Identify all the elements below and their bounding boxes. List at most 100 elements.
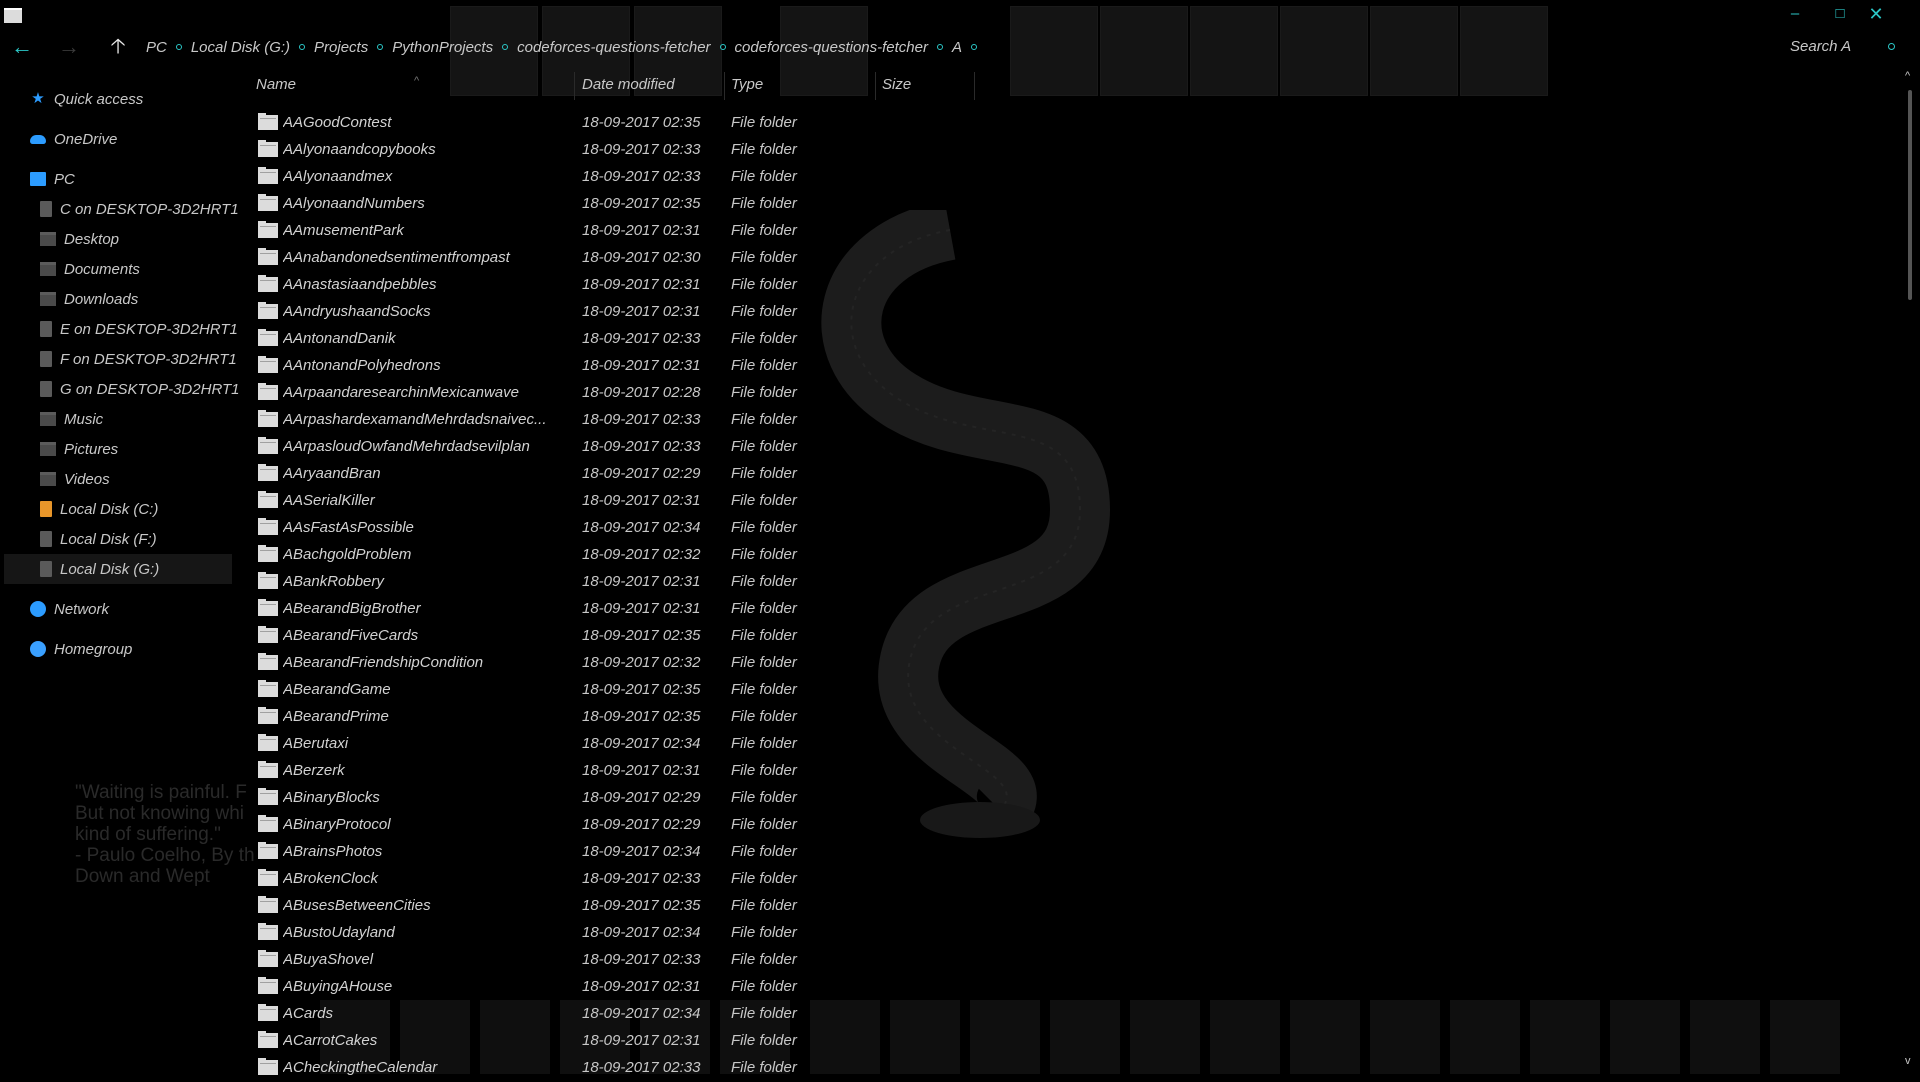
sidebar-item-desktop[interactable]: Desktop [40,224,119,254]
file-date-modified: 18-09-2017 02:35 [582,897,701,914]
file-date-modified: 18-09-2017 02:35 [582,708,701,725]
scrollbar-thumb[interactable] [1908,90,1912,300]
file-row[interactable]: ACards 18-09-2017 02:34 File folder [250,1001,1150,1028]
column-header-name[interactable]: Name ^ [256,70,576,100]
file-row[interactable]: AArpashardexamandMehrdadsnaivec... 18-09-… [250,407,1150,434]
breadcrumb-pc[interactable]: PC [146,39,167,56]
file-row[interactable]: ACheckingtheCalendar 18-09-2017 02:33 File… [250,1055,1150,1082]
file-row[interactable]: ACarrotCakes 18-09-2017 02:31 File folder [250,1028,1150,1055]
minimize-button[interactable]: – [1775,2,1815,26]
file-row[interactable]: ABinaryBlocks 18-09-2017 02:29 File folder [250,785,1150,812]
column-divider[interactable] [974,72,975,100]
breadcrumb-codeforces-fetcher-inner[interactable]: codeforces-questions-fetcher [735,39,928,56]
folder-icon [258,653,278,670]
folder-icon [258,626,278,643]
sidebar-item-pc[interactable]: PC [30,164,75,194]
vertical-scrollbar[interactable]: ^ v [1900,70,1920,1080]
sidebar-item-g-network[interactable]: G on DESKTOP-3D2HRT1 [40,374,240,404]
file-row[interactable]: AAndryushaandSocks 18-09-2017 02:31 File f… [250,299,1150,326]
file-row[interactable]: ABuyaShovel 18-09-2017 02:33 File folder [250,947,1150,974]
sidebar-item-pictures[interactable]: Pictures [40,434,118,464]
column-divider[interactable] [875,72,876,100]
breadcrumb-separator-icon[interactable] [719,44,726,50]
breadcrumb-dropdown-icon[interactable] [971,44,977,50]
file-row[interactable]: AArpaandaresearchinMexicanwave 18-09-2017… [250,380,1150,407]
file-row[interactable]: ABinaryProtocol 18-09-2017 02:29 File fold… [250,812,1150,839]
sidebar-item-local-disk-c[interactable]: Local Disk (C:) [40,494,158,524]
file-row[interactable]: AAlyonaandmex 18-09-2017 02:33 File folder [250,164,1150,191]
file-row[interactable]: AAlyonaandNumbers 18-09-2017 02:35 File fo… [250,191,1150,218]
file-row[interactable]: AAnabandonedsentimentfrompast 18-09-2017 … [250,245,1150,272]
file-row[interactable]: AArpasloudOwfandMehrdadsevilplan 18-09-20… [250,434,1150,461]
sidebar-item-onedrive[interactable]: OneDrive [30,124,117,154]
file-row[interactable]: AAsFastAsPossible 18-09-2017 02:34 File fo… [250,515,1150,542]
file-row[interactable]: ABerzerk 18-09-2017 02:31 File folder [250,758,1150,785]
file-type: File folder [731,168,797,185]
sidebar-item-documents[interactable]: Documents [40,254,140,284]
file-row[interactable]: ABearandPrime 18-09-2017 02:35 File folder [250,704,1150,731]
file-row[interactable]: ABearandGame 18-09-2017 02:35 File folder [250,677,1150,704]
sidebar-item-videos[interactable]: Videos [40,464,110,494]
search-input[interactable] [1790,38,1878,55]
file-date-modified: 18-09-2017 02:34 [582,735,701,752]
file-row[interactable]: AAlyonaandcopybooks 18-09-2017 02:33 File … [250,137,1150,164]
breadcrumb-a[interactable]: A [952,39,962,56]
sidebar-item-local-disk-f[interactable]: Local Disk (F:) [40,524,157,554]
column-header-size[interactable]: Size [882,70,972,100]
file-row[interactable]: AAntonandPolyhedrons 18-09-2017 02:31 File… [250,353,1150,380]
file-row[interactable]: ABearandFiveCards 18-09-2017 02:35 File fo… [250,623,1150,650]
sidebar-item-c-network[interactable]: C on DESKTOP-3D2HRT1 [40,194,239,224]
column-header-type[interactable]: Type [731,70,871,100]
breadcrumb-separator-icon[interactable] [377,44,384,50]
file-row[interactable]: AAryaandBran 18-09-2017 02:29 File folder [250,461,1150,488]
file-row[interactable]: ABankRobbery 18-09-2017 02:31 File folder [250,569,1150,596]
file-row[interactable]: ABrainsPhotos 18-09-2017 02:34 File folder [250,839,1150,866]
breadcrumb-separator-icon[interactable] [299,44,306,50]
sidebar-item-network[interactable]: Network [30,594,109,624]
column-divider[interactable] [574,72,575,100]
folder-icon [258,815,278,832]
breadcrumb-pythonprojects[interactable]: PythonProjects [392,39,493,56]
file-row[interactable]: AAmusementPark 18-09-2017 02:31 File folde… [250,218,1150,245]
file-row[interactable]: ABuyingAHouse 18-09-2017 02:31 File folder [250,974,1150,1001]
breadcrumb-projects[interactable]: Projects [314,39,368,56]
file-row[interactable]: AAntonandDanik 18-09-2017 02:33 File folde… [250,326,1150,353]
music-folder-icon [40,412,56,426]
up-button[interactable]: 🡡 [104,34,132,60]
sidebar-item-music[interactable]: Music [40,404,103,434]
file-row[interactable]: AAnastasiaandpebbles 18-09-2017 02:31 File… [250,272,1150,299]
breadcrumb-local-disk-g[interactable]: Local Disk (G:) [191,39,290,56]
scroll-up-icon[interactable]: ^ [1905,70,1910,82]
file-row[interactable]: ABerutaxi 18-09-2017 02:34 File folder [250,731,1150,758]
file-date-modified: 18-09-2017 02:31 [582,357,701,374]
breadcrumb-separator-icon[interactable] [175,44,182,50]
scroll-down-icon[interactable]: v [1905,1055,1911,1067]
forward-button[interactable]: → [55,34,83,60]
sidebar-item-homegroup[interactable]: Homegroup [30,634,132,664]
back-button[interactable]: ← [8,34,36,60]
breadcrumb-separator-icon[interactable] [936,44,943,50]
file-row[interactable]: AAGoodContest 18-09-2017 02:35 File folder [250,110,1150,137]
sidebar-item-e-network[interactable]: E on DESKTOP-3D2HRT1 [40,314,238,344]
maximize-button[interactable]: □ [1820,2,1860,26]
file-row[interactable]: ABachgoldProblem 18-09-2017 02:32 File fol… [250,542,1150,569]
file-row[interactable]: ABustoUdayland 18-09-2017 02:34 File folde… [250,920,1150,947]
file-row[interactable]: ABearandBigBrother 18-09-2017 02:31 File f… [250,596,1150,623]
column-header-date-modified[interactable]: Date modified [582,70,722,100]
sidebar-item-f-network[interactable]: F on DESKTOP-3D2HRT1 [40,344,237,374]
sidebar-item-quick-access[interactable]: ★ Quick access [30,84,143,114]
breadcrumb-codeforces-fetcher[interactable]: codeforces-questions-fetcher [517,39,710,56]
sidebar-item-downloads[interactable]: Downloads [40,284,138,314]
close-button[interactable]: ✕ [1856,2,1896,26]
file-row[interactable]: ABusesBetweenCities 18-09-2017 02:35 File … [250,893,1150,920]
column-divider[interactable] [724,72,725,100]
file-row[interactable]: ABearandFriendshipCondition 18-09-2017 02… [250,650,1150,677]
file-date-modified: 18-09-2017 02:35 [582,681,701,698]
file-name: AAsFastAsPossible [283,519,414,536]
search-icon[interactable] [1888,43,1895,50]
file-row[interactable]: ABrokenClock 18-09-2017 02:33 File folder [250,866,1150,893]
breadcrumb-separator-icon[interactable] [502,44,509,50]
file-row[interactable]: AASerialKiller 18-09-2017 02:31 File folde… [250,488,1150,515]
sidebar-item-local-disk-g[interactable]: Local Disk (G:) [4,554,232,584]
file-type: File folder [731,978,797,995]
